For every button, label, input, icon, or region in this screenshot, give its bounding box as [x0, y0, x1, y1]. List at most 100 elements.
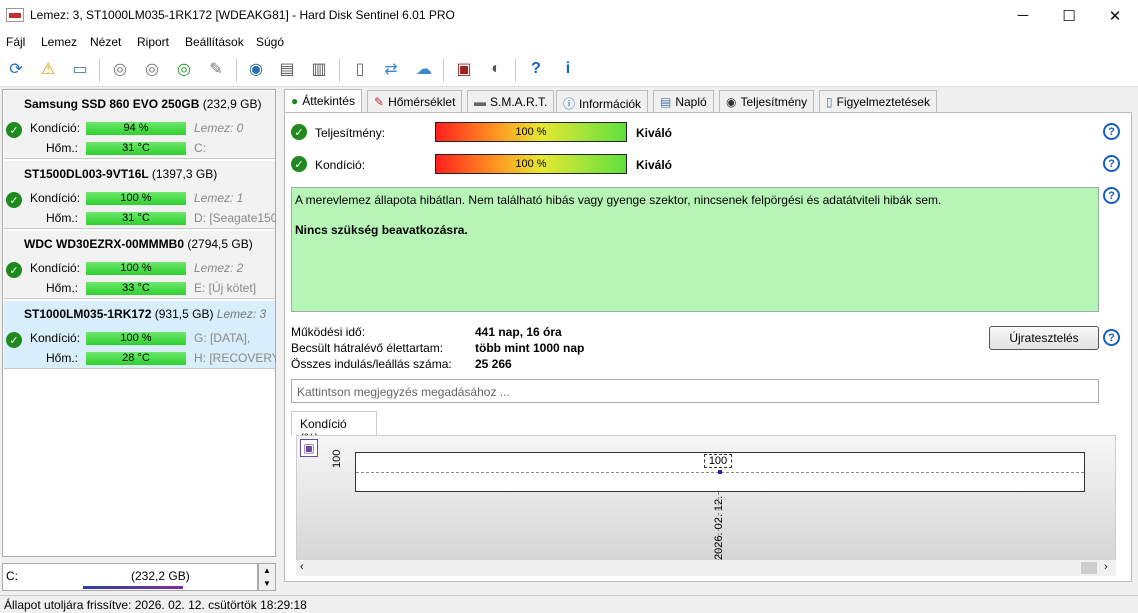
alerts-icon: ▯	[826, 95, 833, 109]
temp-bar: 31 °C	[86, 142, 186, 155]
temp-label: Hőm.:	[46, 141, 79, 155]
disk-item[interactable]: ST1500DL003-9VT16L (1397,3 GB) ✓ Kondíci…	[4, 161, 276, 229]
tab-info[interactable]: ⓘ Információk	[556, 90, 649, 112]
toolbar-separator	[236, 58, 237, 82]
condition-chart: ▣ 100 100 2026. 02. 12.	[296, 435, 1116, 562]
disk-number: Lemez: 1	[194, 191, 244, 205]
scroll-left-icon[interactable]: ‹	[300, 561, 304, 573]
disk-number: Lemez: 0	[194, 121, 244, 135]
temp-label: Hőm.:	[46, 281, 79, 295]
scroll-thumb[interactable]	[1081, 562, 1097, 574]
disk-name: ST1000LM035-1RK172 (931,5 GB) Lemez: 3	[24, 307, 267, 321]
condition-label: Kondíció:	[30, 331, 81, 345]
alert-icon[interactable]: ⚠	[35, 56, 61, 82]
toolbar-separator	[99, 58, 100, 82]
startstop-value: 25 266	[475, 357, 512, 371]
partition-summary: C: (232,2 GB)	[2, 563, 258, 591]
help-icon[interactable]: ?	[1103, 187, 1120, 204]
startstop-label: Összes indulás/leállás száma:	[291, 357, 452, 371]
menu-settings[interactable]: Beállítások	[185, 35, 244, 49]
retest-button[interactable]: Újratesztelés	[989, 326, 1099, 350]
menu-bar: Fájl Lemez Nézet Riport Beállítások Súgó	[0, 31, 1138, 52]
disk-item-selected[interactable]: ST1000LM035-1RK172 (931,5 GB) Lemez: 3 ✓…	[4, 301, 276, 369]
partition-label: C:	[194, 141, 206, 155]
performance-label: Teljesítmény:	[315, 126, 386, 140]
menu-view[interactable]: Nézet	[90, 35, 121, 49]
menu-help[interactable]: Súgó	[256, 35, 284, 49]
help-icon[interactable]: ?	[1103, 329, 1120, 346]
status-message-box: A merevlemez állapota hibátlan. Nem talá…	[291, 187, 1099, 312]
condition-rating: Kiváló	[636, 158, 673, 172]
disk-tool-icon[interactable]: ✎	[203, 56, 229, 82]
menu-report[interactable]: Riport	[137, 35, 169, 49]
gauge-icon: ◉	[726, 95, 737, 109]
tab-overview[interactable]: ● Áttekintés	[284, 89, 362, 113]
send-icon[interactable]: ☁	[411, 56, 437, 82]
ok-check-icon: ✓	[6, 332, 22, 348]
tab-temperature[interactable]: ✎ Hőmérséklet	[367, 90, 463, 112]
partition-label: D: [Seagate1500]	[194, 211, 276, 225]
overview-panel: ✓ Teljesítmény: 100 % Kiváló ? ✓ Kondíci…	[284, 112, 1132, 582]
toolbar-separator	[515, 58, 516, 82]
help-icon[interactable]: ?	[523, 56, 549, 82]
close-button[interactable]: ✕	[1092, 0, 1138, 31]
tab-bar: ● Áttekintés ✎ Hőmérséklet ▬ S.M.A.R.T. ⓘ In…	[284, 89, 939, 113]
partition-scroll[interactable]: ▲ ▼	[258, 563, 276, 591]
chart-data-label: 100	[704, 454, 732, 468]
report-icon[interactable]: ▯	[347, 56, 373, 82]
condition-bar: 94 %	[86, 122, 186, 135]
monitor-icon[interactable]: ▣	[451, 56, 477, 82]
condition-bar: 100 %	[435, 154, 627, 174]
help-icon[interactable]: ?	[1103, 155, 1120, 172]
chart-point	[718, 470, 722, 474]
condition-bar: 100 %	[86, 192, 186, 205]
info-icon[interactable]: i	[555, 56, 581, 82]
disk-icon[interactable]: ▭	[67, 56, 93, 82]
partition-drive: C:	[6, 569, 18, 583]
uptime-value: 441 nap, 16 óra	[475, 325, 562, 339]
refresh-icon[interactable]: ⟳	[3, 56, 29, 82]
condition-label: Kondíció:	[30, 191, 81, 205]
ok-check-icon: ✓	[6, 122, 22, 138]
help-icon[interactable]: ?	[1103, 123, 1120, 140]
sound-icon[interactable]: ◐	[483, 56, 509, 82]
usage-bar	[83, 586, 183, 589]
sync-icon[interactable]: ⇄	[378, 56, 404, 82]
performance-rating: Kiváló	[636, 126, 673, 140]
server-icon[interactable]: ▤	[274, 56, 300, 82]
minimize-button[interactable]: ─	[1000, 0, 1046, 31]
check-icon: ●	[291, 94, 299, 108]
chart-scrollbar[interactable]: ‹ ›	[296, 560, 1116, 576]
note-input[interactable]: Kattintson megjegyzés megadásához ...	[291, 379, 1099, 403]
app-icon	[6, 8, 24, 22]
network-icon[interactable]: ▥	[306, 56, 332, 82]
tab-smart[interactable]: ▬ S.M.A.R.T.	[467, 90, 555, 112]
lifetime-value: több mint 1000 nap	[475, 341, 585, 355]
tab-alerts[interactable]: ▯ Figyelmeztetések	[819, 90, 937, 112]
chart-tab-condition[interactable]: Kondíció (%)	[291, 411, 377, 445]
disk-list: Samsung SSD 860 EVO 250GB (232,9 GB) ✓ K…	[2, 89, 276, 557]
menu-file[interactable]: Fájl	[6, 35, 25, 49]
menu-disk[interactable]: Lemez	[41, 35, 77, 49]
chart-plot-area: 100	[355, 452, 1085, 492]
condition-bar: 100 %	[86, 262, 186, 275]
status-bar: Állapot utoljára frissítve: 2026. 02. 12…	[0, 595, 1138, 613]
tab-log[interactable]: ▤ Napló	[653, 90, 714, 112]
lifetime-label: Becsült hátralévő élettartam:	[291, 341, 444, 355]
disk-ok-icon[interactable]: ◎	[171, 56, 197, 82]
scroll-right-icon[interactable]: ›	[1104, 561, 1108, 573]
disk-test-icon[interactable]: ◎	[107, 56, 133, 82]
partition-label: G: [DATA],	[194, 331, 251, 345]
save-icon[interactable]: ▣	[300, 439, 318, 457]
disk-item[interactable]: WDC WD30EZRX-00MMMB0 (2794,5 GB) ✓ Kondí…	[4, 231, 275, 299]
partition-label: E: [Új kötet]	[194, 281, 257, 295]
globe-icon[interactable]: ◉	[243, 56, 269, 82]
disk-item[interactable]: Samsung SSD 860 EVO 250GB (232,9 GB) ✓ K…	[4, 91, 275, 159]
temp-bar: 28 °C	[86, 352, 186, 365]
disk-name: ST1500DL003-9VT16L (1397,3 GB)	[24, 167, 218, 181]
tab-performance[interactable]: ◉ Teljesítmény	[719, 90, 815, 112]
toolbar-separator	[443, 58, 444, 82]
maximize-button[interactable]: ☐	[1046, 0, 1092, 31]
disk-surface-icon[interactable]: ◎	[139, 56, 165, 82]
disk-name: WDC WD30EZRX-00MMMB0 (2794,5 GB)	[24, 237, 253, 251]
